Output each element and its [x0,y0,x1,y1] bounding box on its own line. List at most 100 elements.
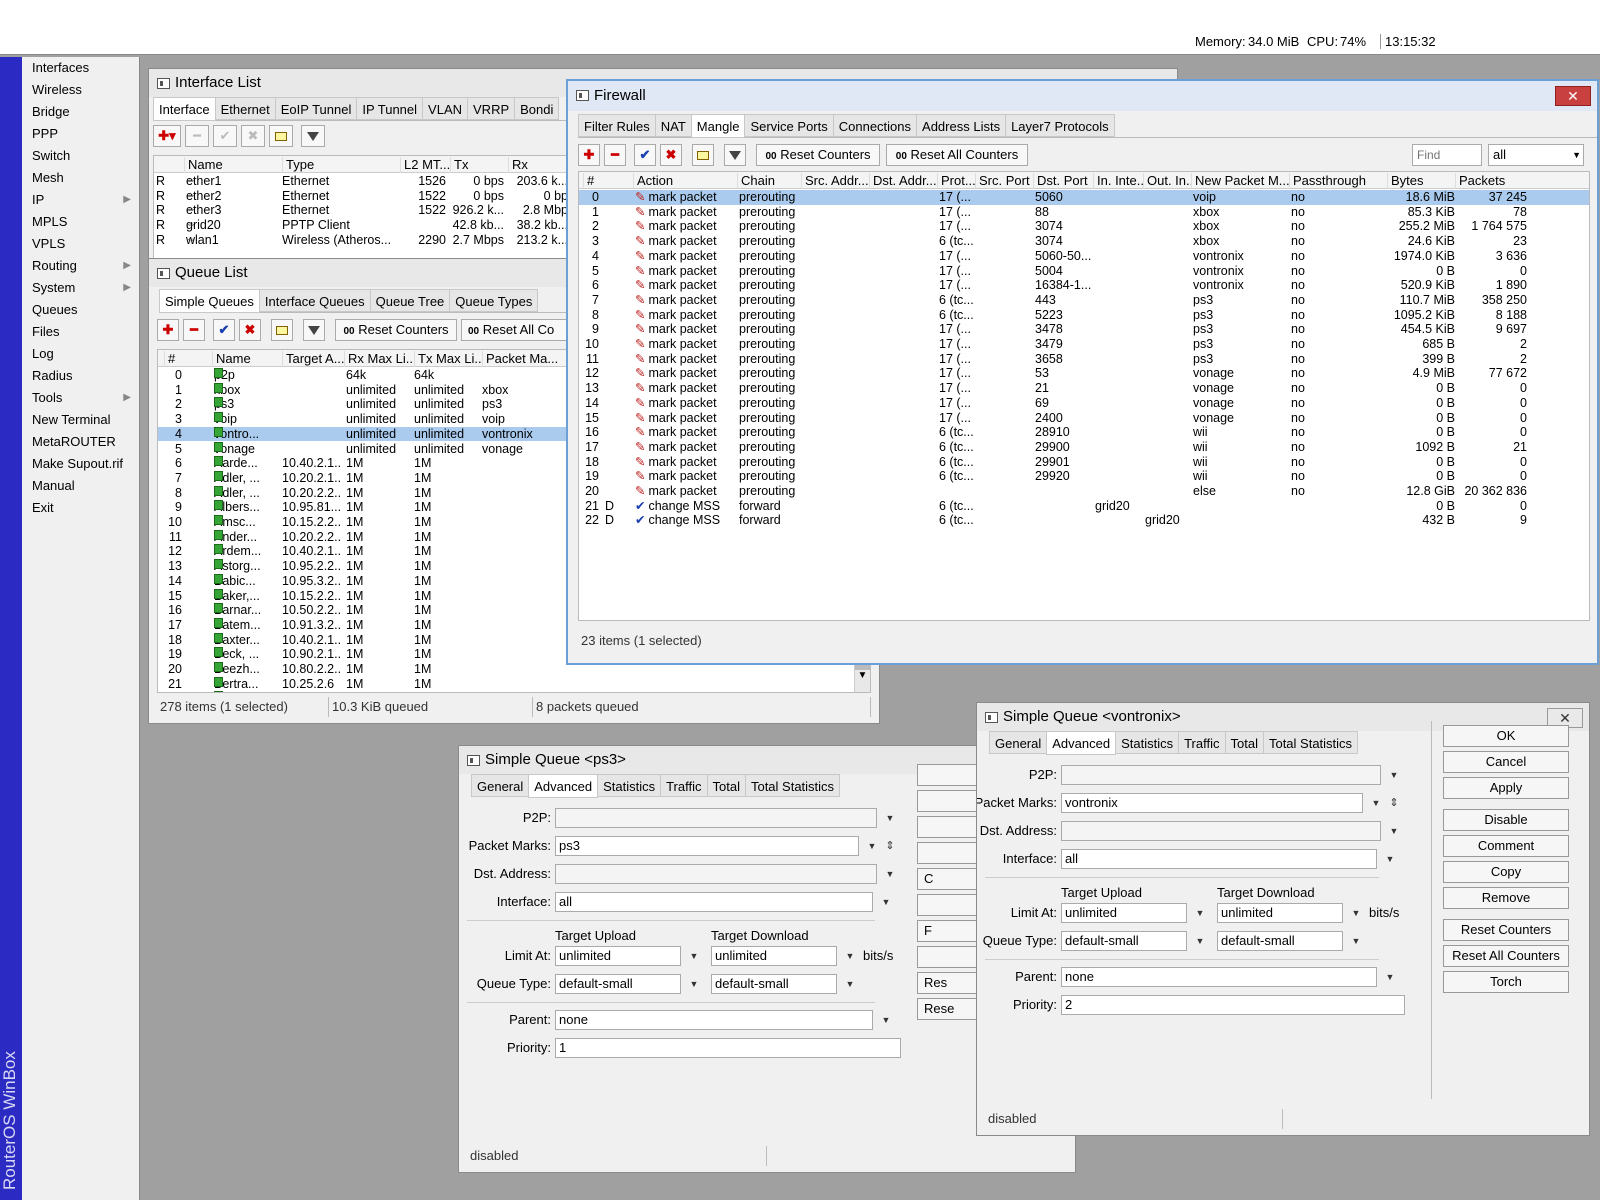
queue-type-download-field[interactable]: default-small [711,974,837,994]
table-row[interactable]: 14 ✎ mark packet prerouting 17 (... 69 vonage n… [579,396,1589,411]
remove-button[interactable]: ━ [183,319,205,341]
dst-address-field[interactable] [555,864,877,884]
menu-item[interactable]: MetaROUTER [22,431,139,453]
tab-simple-queues[interactable]: Simple Queues [159,289,260,313]
reset-all-counters-button[interactable]: Reset All Counters [1443,945,1569,967]
menu-item[interactable]: Mesh [22,167,139,189]
reset-counters-button[interactable]: 00 Reset Counters [756,144,880,166]
column-header[interactable]: # [164,351,212,367]
column-header[interactable]: Packets [1455,173,1549,189]
parent-field[interactable]: none [1061,967,1377,987]
remove-button[interactable]: ━ [185,125,209,147]
menu-item[interactable]: Interfaces [22,57,139,79]
chevron-down-icon[interactable]: ▼ [877,1010,895,1030]
copy-button[interactable]: Copy [1443,861,1569,883]
add-button[interactable]: ✚ [578,144,600,166]
menu-item[interactable]: New Terminal [22,409,139,431]
p2p-field[interactable] [555,808,877,828]
interface-field[interactable]: all [1061,849,1377,869]
queue-type-download-field[interactable]: default-small [1217,931,1343,951]
disable-button[interactable]: ✖ [660,144,682,166]
add-button[interactable]: ✚▾ [153,125,181,147]
table-row[interactable]: 10 ✎ mark packet prerouting 17 (... 3479 ps3 no… [579,337,1589,352]
menu-item[interactable]: Files [22,321,139,343]
tab-mangle[interactable]: Mangle [690,114,746,138]
table-row[interactable]: 4 ✎ mark packet prerouting 17 (... 5060-50...… [579,249,1589,264]
tab-general[interactable]: General [471,774,530,797]
tab-ip-tunnel[interactable]: IP Tunnel [356,97,424,120]
menu-item[interactable]: Make Supout.rif [22,453,139,475]
tab-interface-queues[interactable]: Interface Queues [258,289,371,312]
chevron-down-icon[interactable]: ▼ [841,946,859,966]
table-row[interactable]: 22 D ✔ change MSS forward 6 (tc... grid20 432 B… [579,513,1589,528]
menu-item[interactable]: Exit [22,497,139,519]
column-header[interactable]: Src. Addr... [801,173,869,189]
chevron-down-icon[interactable]: ▼ [1381,849,1399,869]
tab-queue-tree[interactable]: Queue Tree [369,289,451,312]
table-row[interactable]: 20 ✎ mark packet prerouting else no 12.8 GiB 20… [579,484,1589,499]
chevron-down-icon[interactable]: ▼ [1367,793,1385,813]
column-header[interactable]: Out. In... [1143,173,1191,189]
up-down-icon[interactable]: ⇕ [1385,793,1403,813]
chevron-down-icon[interactable]: ▼ [1385,765,1403,785]
chevron-down-icon[interactable]: ▼ [841,974,859,994]
priority-field[interactable]: 1 [555,1038,901,1058]
remove-button[interactable]: Remove [1443,887,1569,909]
chevron-down-icon[interactable]: ▼ [877,892,895,912]
table-row[interactable]: 19 ✎ mark packet prerouting 6 (tc... 29920 wii… [579,469,1589,484]
tab-nat[interactable]: NAT [654,114,692,137]
table-row[interactable]: 18 ✎ mark packet prerouting 6 (tc... 29901 wii… [579,455,1589,470]
chevron-down-icon[interactable]: ▼ [1191,903,1209,923]
queue-type-upload-field[interactable]: default-small [1061,931,1187,951]
menu-item[interactable]: PPP [22,123,139,145]
table-row[interactable]: 17 ✎ mark packet prerouting 6 (tc... 29900 wii… [579,440,1589,455]
tab-vrrp[interactable]: VRRP [467,97,516,120]
table-row[interactable]: 0 ✎ mark packet prerouting 17 (... 5060 voip no… [579,190,1589,205]
column-header[interactable]: In. Inte... [1093,173,1143,189]
remove-button[interactable]: ━ [604,144,626,166]
tab-connections[interactable]: Connections [832,114,918,137]
tab-eoip-tunnel[interactable]: EoIP Tunnel [274,97,358,120]
tab-statistics[interactable]: Statistics [1115,731,1180,754]
column-header[interactable]: New Packet M... [1191,173,1289,189]
table-row[interactable]: 13 ✎ mark packet prerouting 17 (... 21 vonage n… [579,381,1589,396]
column-header[interactable]: Bytes [1387,173,1455,189]
tab-total-statistics[interactable]: Total Statistics [1262,731,1359,754]
column-header[interactable]: Dst. Port [1033,173,1093,189]
tab-total-statistics[interactable]: Total Statistics [744,774,841,797]
add-button[interactable]: ✚ [157,319,179,341]
reset-all-counters-button[interactable]: 00 Reset All Co [461,319,571,341]
chevron-down-icon[interactable]: ▼ [1385,821,1403,841]
table-row[interactable]: 21 D ✔ change MSS forward 6 (tc... grid20 0 B 0 [579,499,1589,514]
column-header[interactable]: Tx Max Li... [414,351,482,367]
disable-button[interactable]: Disable [1443,809,1569,831]
tab-bondi[interactable]: Bondi [514,97,560,120]
packet-marks-field[interactable]: ps3 [555,836,859,856]
cancel-button[interactable]: Cancel [1443,751,1569,773]
comment-button[interactable] [271,319,293,341]
table-row[interactable]: 8 ✎ mark packet prerouting 6 (tc... 5223 ps3 no… [579,308,1589,323]
menu-item[interactable]: System ▶ [22,277,139,299]
up-down-icon[interactable]: ⇕ [881,836,899,856]
p2p-field[interactable] [1061,765,1381,785]
apply-button[interactable]: Apply [1443,777,1569,799]
chevron-down-icon[interactable]: ▼ [881,864,899,884]
column-header[interactable]: Tx [450,157,508,173]
tab-advanced[interactable]: Advanced [528,774,599,798]
column-header[interactable]: Type [282,157,400,173]
enable-button[interactable]: ✔ [213,319,235,341]
enable-button[interactable]: ✔ [213,125,237,147]
packet-marks-field[interactable]: vontronix [1061,793,1363,813]
column-header[interactable]: Packet Ma... [482,351,562,367]
tab-total[interactable]: Total [706,774,746,797]
column-header[interactable]: Rx Max Li... [344,351,414,367]
table-row[interactable]: 2 ✎ mark packet prerouting 17 (... 3074 xbox no… [579,219,1589,234]
reset-counters-button[interactable]: 00 Reset Counters [335,319,457,341]
filter-button[interactable] [303,319,325,341]
column-header[interactable]: Target A... [282,351,344,367]
reset-counters-button[interactable]: Reset Counters [1443,919,1569,941]
menu-item[interactable]: MPLS [22,211,139,233]
chevron-down-icon[interactable]: ▼ [1191,931,1209,951]
column-header[interactable]: Name [212,351,282,367]
table-row[interactable]: 11 ✎ mark packet prerouting 17 (... 3658 ps3 no… [579,352,1589,367]
